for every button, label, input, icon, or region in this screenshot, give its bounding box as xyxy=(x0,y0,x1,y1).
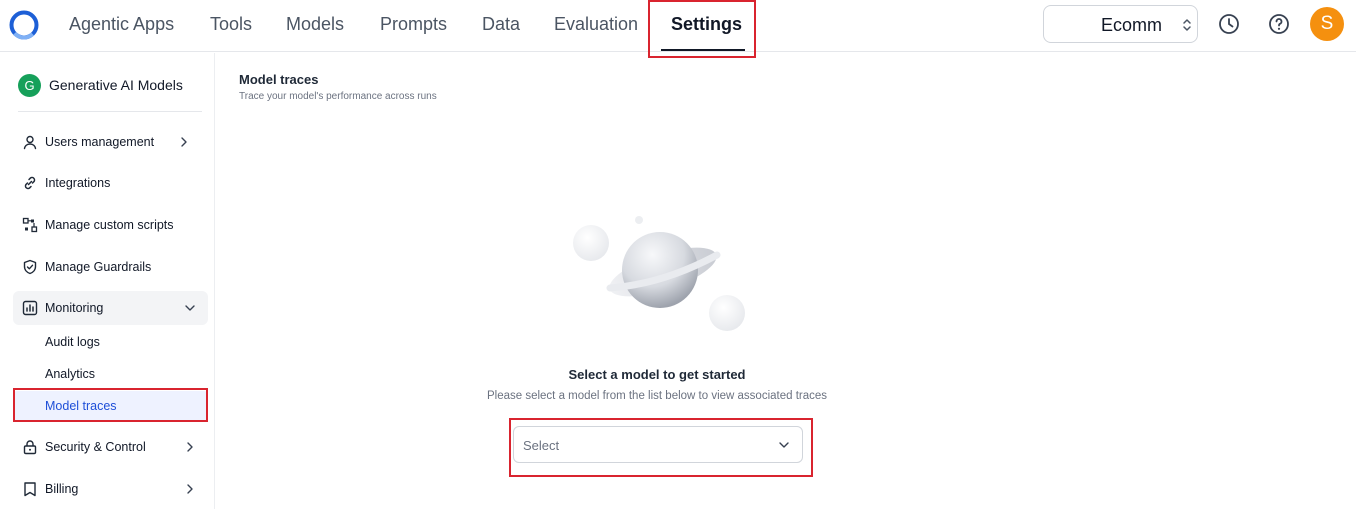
sidebar-item-monitoring[interactable]: Monitoring xyxy=(13,291,208,325)
workspace-name: Ecomm xyxy=(1101,15,1163,35)
sidebar-item-label: Integrations xyxy=(45,176,111,190)
app-logo-icon[interactable] xyxy=(9,10,39,40)
empty-state-description: Please select a model from the list belo… xyxy=(486,390,828,402)
sidebar-subitem-label: Analytics xyxy=(45,367,96,381)
shield-icon xyxy=(23,259,37,275)
chevron-right-icon xyxy=(181,137,187,147)
top-navigation-bar: Agentic Apps Tools Models Prompts Data E… xyxy=(0,0,1356,52)
workspace-selector[interactable]: Ecomm xyxy=(1043,5,1198,43)
org-name: Generative AI Models xyxy=(49,77,183,93)
sidebar-item-label: Monitoring xyxy=(45,301,104,315)
bar-chart-icon xyxy=(22,300,38,316)
sidebar-item-billing[interactable]: Billing xyxy=(13,472,208,506)
sidebar-item-manage-custom-scripts[interactable]: Manage custom scripts xyxy=(13,208,208,242)
sidebar-subitem-label: Model traces xyxy=(45,399,117,413)
sidebar-item-security-control[interactable]: Security & Control xyxy=(13,430,208,464)
model-select-placeholder: Select xyxy=(523,438,560,453)
model-select-dropdown[interactable]: Select xyxy=(513,426,803,463)
lock-icon xyxy=(23,440,37,455)
sidebar-item-label: Billing xyxy=(45,482,79,496)
sidebar-subitem-model-traces[interactable]: Model traces xyxy=(13,391,208,421)
book-icon xyxy=(24,482,36,497)
sidebar-item-label: Manage custom scripts xyxy=(45,218,174,232)
nav-tab-evaluation[interactable]: Evaluation xyxy=(554,12,638,38)
sidebar-item-label: Security & Control xyxy=(45,440,146,454)
history-clock-icon[interactable] xyxy=(1217,12,1241,36)
org-avatar: G xyxy=(18,74,41,97)
nav-tab-settings[interactable]: Settings xyxy=(671,12,742,38)
sidebar-item-label: Users management xyxy=(45,135,155,149)
nav-tab-agentic-apps[interactable]: Agentic Apps xyxy=(69,12,174,38)
user-avatar[interactable]: S xyxy=(1310,7,1344,41)
chevron-right-icon xyxy=(187,442,193,452)
scripts-icon xyxy=(22,217,38,233)
page-subtitle: Trace your model's performance across ru… xyxy=(239,91,437,102)
sidebar-item-manage-guardrails[interactable]: Manage Guardrails xyxy=(13,250,208,284)
nav-tab-data[interactable]: Data xyxy=(482,12,520,38)
chevron-right-icon xyxy=(187,484,193,494)
nav-tab-prompts[interactable]: Prompts xyxy=(380,12,447,38)
sidebar-subitem-label: Audit logs xyxy=(45,335,100,349)
nav-tab-tools[interactable]: Tools xyxy=(210,12,252,38)
divider xyxy=(18,111,202,112)
sidebar-item-integrations[interactable]: Integrations xyxy=(13,166,208,200)
empty-state-title: Select a model to get started xyxy=(568,367,746,382)
sidebar-item-users-management[interactable]: Users management xyxy=(13,125,208,159)
up-down-chevron-icon xyxy=(1183,19,1191,31)
chevron-down-icon xyxy=(779,442,789,448)
sidebar-subitem-audit-logs[interactable]: Audit logs xyxy=(13,327,208,357)
sidebar-item-label: Manage Guardrails xyxy=(45,260,152,274)
link-icon xyxy=(24,176,36,190)
nav-tab-models[interactable]: Models xyxy=(286,12,344,38)
planet-illustration xyxy=(573,216,745,331)
sidebar-subitem-analytics[interactable]: Analytics xyxy=(13,359,208,389)
page-title: Model traces xyxy=(239,72,319,87)
help-question-icon[interactable] xyxy=(1267,12,1291,36)
chevron-down-icon xyxy=(185,305,195,311)
active-tab-indicator xyxy=(661,49,745,51)
user-icon xyxy=(23,135,37,150)
